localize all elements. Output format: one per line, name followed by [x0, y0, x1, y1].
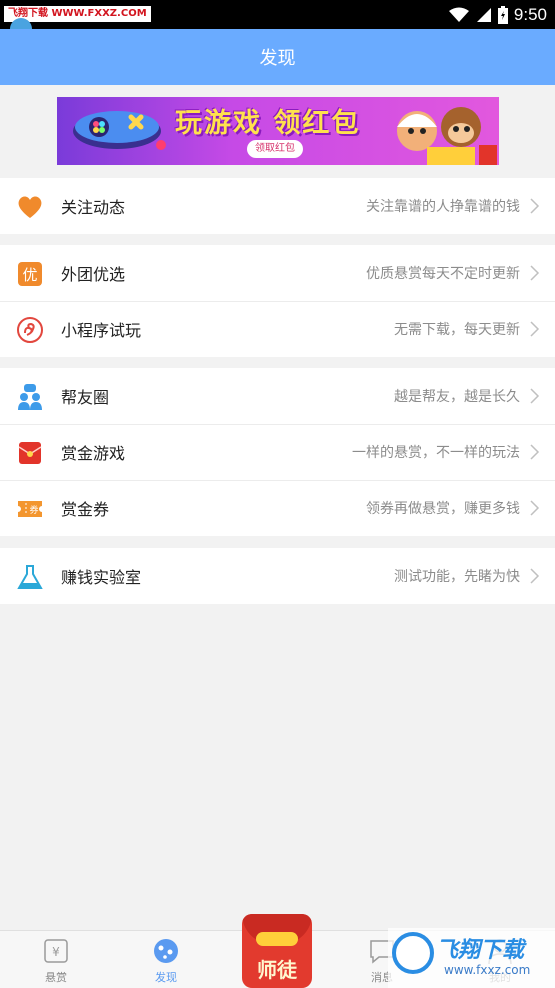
tab-label: 悬赏	[45, 971, 67, 984]
list-item-reward-coupon[interactable]: 券 赏金券 领券再做悬赏，赚更多钱	[0, 480, 555, 536]
list-item-label: 外团优选	[61, 265, 126, 284]
list-item-desc: 领券再做悬赏，赚更多钱	[366, 501, 520, 517]
list-item-friends-circle[interactable]: 帮友圈 越是帮友，越是长久	[0, 368, 555, 424]
friends-icon	[18, 384, 42, 410]
coupon-icon: 券	[18, 501, 42, 517]
tab-label: 发现	[155, 971, 177, 984]
promo-banner[interactable]: 玩游戏 领红包 领取红包	[57, 97, 499, 165]
list-item-money-lab[interactable]: 赚钱实验室 测试功能，先睹为快	[0, 548, 555, 604]
status-icons: 9:50	[448, 0, 547, 29]
you-badge-icon: 优	[18, 262, 42, 286]
list-item-selected-picks[interactable]: 优 外团优选 优质悬赏每天不定时更新	[0, 245, 555, 301]
list-item-desc: 无需下载，每天更新	[394, 322, 520, 338]
list-item-desc: 一样的悬赏，不一样的玩法	[352, 445, 520, 461]
list-item-label: 帮友圈	[61, 388, 110, 407]
master-apprentice-button[interactable]: 师徒	[232, 904, 322, 988]
red-envelope-icon: 师徒	[242, 914, 312, 988]
banner-title: 玩游戏 领红包	[175, 108, 361, 139]
page-title: 发现	[259, 48, 296, 69]
chevron-right-icon	[530, 265, 540, 281]
chevron-right-icon	[530, 198, 540, 214]
list-item-label: 关注动态	[61, 198, 126, 217]
list-item-label: 赏金券	[61, 500, 110, 519]
list-group-lab: 赚钱实验室 测试功能，先睹为快	[0, 548, 555, 604]
list-group-tasks: 优 外团优选 优质悬赏每天不定时更新 小程序试玩 无需下载，每天更新	[0, 245, 555, 357]
gold-coins-icon	[256, 932, 298, 946]
svg-text:¥: ¥	[52, 945, 60, 959]
tab-discover[interactable]: 发现	[136, 937, 196, 987]
banner-claim-button[interactable]: 领取红包	[247, 140, 303, 158]
mini-program-icon	[17, 317, 43, 343]
center-button-label: 师徒	[257, 958, 297, 982]
planet-icon	[154, 939, 178, 963]
battery-icon	[497, 5, 508, 24]
list-item-label: 赚钱实验室	[61, 568, 142, 587]
watermark-logo-icon	[392, 932, 434, 974]
heart-icon	[18, 196, 42, 218]
list-item-desc: 测试功能，先睹为快	[394, 569, 520, 585]
chevron-right-icon	[530, 568, 540, 584]
svg-text:券: 券	[29, 504, 38, 516]
flask-icon	[17, 565, 43, 589]
header-bar: 发现	[0, 29, 555, 85]
svg-text:优: 优	[22, 266, 37, 284]
list-item-desc: 优质悬赏每天不定时更新	[366, 266, 520, 282]
list-group-follow: 关注动态 关注靠谱的人挣靠谱的钱	[0, 178, 555, 234]
list-item-desc: 关注靠谱的人挣靠谱的钱	[366, 199, 520, 215]
gamepad-icon	[73, 111, 166, 150]
signal-icon	[476, 7, 491, 22]
site-watermark: 飞翔下载 www.fxxz.com	[388, 928, 555, 988]
watermark-url: www.fxxz.com	[444, 963, 531, 977]
status-bar: 飞翔下载 WWW.FXXZ.COM 9:50	[0, 0, 555, 29]
cartoon-characters-icon	[397, 107, 497, 165]
chevron-right-icon	[530, 500, 540, 516]
list-item-reward-games[interactable]: 赏金游戏 一样的悬赏，不一样的玩法	[0, 424, 555, 480]
tab-reward[interactable]: ¥ 悬赏	[26, 937, 86, 987]
watermark-brand: 飞翔下载	[436, 938, 525, 963]
red-envelope-icon	[18, 442, 42, 464]
list-item-label: 赏金游戏	[61, 444, 126, 463]
chevron-right-icon	[530, 321, 540, 337]
chevron-right-icon	[530, 388, 540, 404]
status-time: 9:50	[513, 4, 547, 24]
wifi-icon	[448, 7, 469, 22]
list-item-label: 小程序试玩	[61, 321, 142, 340]
reward-scroll-icon: ¥	[44, 939, 68, 963]
chevron-right-icon	[530, 444, 540, 460]
list-item-follow-feed[interactable]: 关注动态 关注靠谱的人挣靠谱的钱	[0, 178, 555, 234]
list-item-mini-program[interactable]: 小程序试玩 无需下载，每天更新	[0, 301, 555, 357]
list-group-rewards: 帮友圈 越是帮友，越是长久 赏金游戏 一样的悬赏，不一样的玩法 券 赏金券 领券…	[0, 368, 555, 536]
list-item-desc: 越是帮友，越是长久	[394, 389, 520, 405]
